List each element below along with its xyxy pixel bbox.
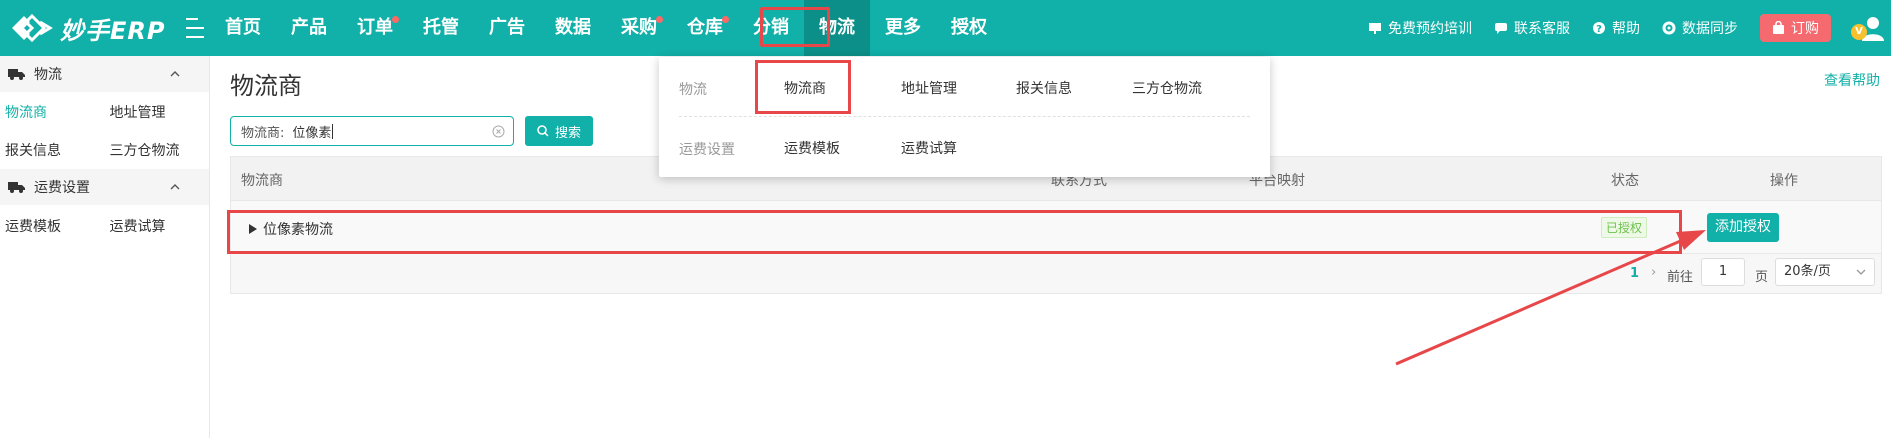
truck-icon — [8, 69, 25, 80]
subscribe-button[interactable]: 订购 — [1760, 14, 1831, 42]
vip-badge: V — [1851, 24, 1867, 40]
column-header-status: 状态 — [1611, 173, 1639, 189]
header-tools: 免费预约培训 联系客服 ? 帮助 数据同步 订购 V — [1346, 0, 1891, 56]
sidebar: 物流 物流商 地址管理 报关信息 三方仓物流 运费设置 运费模板 运费试算 — [0, 56, 210, 438]
dropdown-section-label: 运费设置 — [679, 142, 735, 158]
top-navbar: 妙手ERP 首页 产品 订单 托管 广告 数据 采购 仓库 分销 物流 更多 授… — [0, 0, 1891, 56]
nav-label: 采购 — [621, 17, 657, 38]
nav-products[interactable]: 产品 — [276, 0, 342, 56]
sidebar-item-customs[interactable]: 报关信息 — [0, 140, 105, 160]
logo-icon — [12, 13, 53, 43]
sync-link[interactable]: 数据同步 — [1662, 18, 1738, 38]
nav-data[interactable]: 数据 — [540, 0, 606, 56]
nav-label: 更多 — [885, 17, 921, 38]
nav-purchase[interactable]: 采购 — [606, 0, 672, 56]
dropdown-item-freight-calc[interactable]: 运费试算 — [901, 138, 957, 158]
nav-home[interactable]: 首页 — [210, 0, 276, 56]
truck-icon — [8, 182, 25, 193]
sidebar-item-address[interactable]: 地址管理 — [105, 102, 210, 122]
nav-label: 订单 — [357, 17, 393, 38]
page-number[interactable]: 1 — [1630, 266, 1639, 281]
next-page-icon[interactable]: › — [1651, 265, 1656, 280]
sidebar-group-freight[interactable]: 运费设置 — [0, 169, 209, 205]
dropdown-highlight-box — [755, 60, 851, 114]
dropdown-item-3pl[interactable]: 三方仓物流 — [1132, 78, 1202, 98]
nav-label: 托管 — [423, 17, 459, 38]
page-title: 物流商 — [230, 72, 302, 100]
nav-label: 产品 — [291, 17, 327, 38]
column-header-carrier: 物流商 — [241, 173, 283, 189]
add-authorization-button[interactable]: 添加授权 — [1707, 213, 1779, 242]
column-header-actions: 操作 — [1770, 173, 1798, 189]
page-size-value: 20条/页 — [1784, 264, 1831, 279]
support-label: 联系客服 — [1514, 21, 1570, 37]
training-link[interactable]: 免费预约培训 — [1368, 18, 1472, 38]
sync-icon — [1662, 21, 1676, 35]
view-help-link[interactable]: 查看帮助 — [1824, 70, 1880, 90]
search-label: 物流商: — [241, 125, 285, 141]
nav-label: 仓库 — [687, 17, 723, 38]
page-size-select[interactable]: 20条/页 — [1775, 258, 1875, 286]
shopping-bag-icon — [1773, 21, 1784, 34]
nav-hosting[interactable]: 托管 — [408, 0, 474, 56]
user-avatar[interactable]: V — [1851, 11, 1885, 45]
chevron-up-icon[interactable] — [169, 181, 181, 193]
row-highlight-box — [227, 210, 1682, 254]
menu-toggle-icon[interactable] — [186, 18, 204, 38]
subscribe-label: 订购 — [1791, 21, 1819, 37]
chevron-up-icon[interactable] — [169, 68, 181, 80]
goto-label: 前往 — [1667, 270, 1694, 285]
nav-label: 首页 — [225, 17, 261, 38]
dropdown-section-label: 物流 — [679, 82, 707, 98]
sidebar-group-label: 运费设置 — [34, 180, 90, 196]
sidebar-item-carriers[interactable]: 物流商 — [0, 102, 105, 122]
sidebar-item-3pl[interactable]: 三方仓物流 — [105, 140, 210, 160]
nav-authorization[interactable]: 授权 — [936, 0, 1002, 56]
carrier-search-input[interactable]: 物流商: 位像素 — [230, 116, 514, 146]
main-nav: 首页 产品 订单 托管 广告 数据 采购 仓库 分销 物流 更多 授权 — [210, 0, 1002, 56]
search-icon — [537, 125, 549, 137]
svg-text:?: ? — [1596, 24, 1602, 35]
goto-page-input[interactable]: 1 — [1701, 258, 1745, 286]
notification-dot — [722, 16, 729, 23]
search-button[interactable]: 搜索 — [525, 116, 593, 146]
notification-dot — [656, 16, 663, 23]
search-button-label: 搜索 — [554, 125, 581, 141]
sidebar-group-logistics[interactable]: 物流 — [0, 56, 209, 92]
sidebar-group-label: 物流 — [34, 67, 62, 83]
pagination: 1 › 前往 1 页 20条/页 — [231, 254, 1881, 294]
nav-more[interactable]: 更多 — [870, 0, 936, 56]
question-icon: ? — [1593, 22, 1605, 35]
help-label: 帮助 — [1612, 21, 1640, 37]
nav-label: 广告 — [489, 17, 525, 38]
dropdown-item-customs[interactable]: 报关信息 — [1016, 78, 1072, 98]
help-link[interactable]: ? 帮助 — [1592, 18, 1640, 38]
nav-ads[interactable]: 广告 — [474, 0, 540, 56]
page-unit-label: 页 — [1755, 270, 1769, 285]
app-logo[interactable]: 妙手ERP — [8, 8, 165, 48]
dropdown-divider — [679, 116, 1250, 117]
nav-label: 授权 — [951, 17, 987, 38]
logo-text: 妙手ERP — [60, 16, 166, 45]
support-link[interactable]: 联系客服 — [1494, 18, 1570, 38]
sidebar-item-freight-calc[interactable]: 运费试算 — [105, 216, 210, 236]
nav-highlight-box — [760, 7, 830, 47]
presentation-icon — [1369, 23, 1381, 34]
sync-label: 数据同步 — [1682, 21, 1738, 37]
training-label: 免费预约培训 — [1388, 21, 1472, 37]
search-value: 位像素 — [292, 125, 332, 141]
dropdown-item-freight-template[interactable]: 运费模板 — [784, 138, 840, 158]
nav-label: 数据 — [555, 17, 591, 38]
nav-orders[interactable]: 订单 — [342, 0, 408, 56]
sidebar-item-freight-template[interactable]: 运费模板 — [0, 216, 105, 236]
logistics-dropdown-menu: 物流 物流商 地址管理 报关信息 三方仓物流 运费设置 运费模板 运费试算 — [659, 57, 1270, 177]
nav-warehouse[interactable]: 仓库 — [672, 0, 738, 56]
chevron-down-icon — [1856, 269, 1866, 275]
notification-dot — [392, 16, 399, 23]
clear-icon[interactable] — [492, 125, 505, 138]
dropdown-item-address[interactable]: 地址管理 — [901, 78, 957, 98]
chat-icon — [1495, 23, 1507, 34]
